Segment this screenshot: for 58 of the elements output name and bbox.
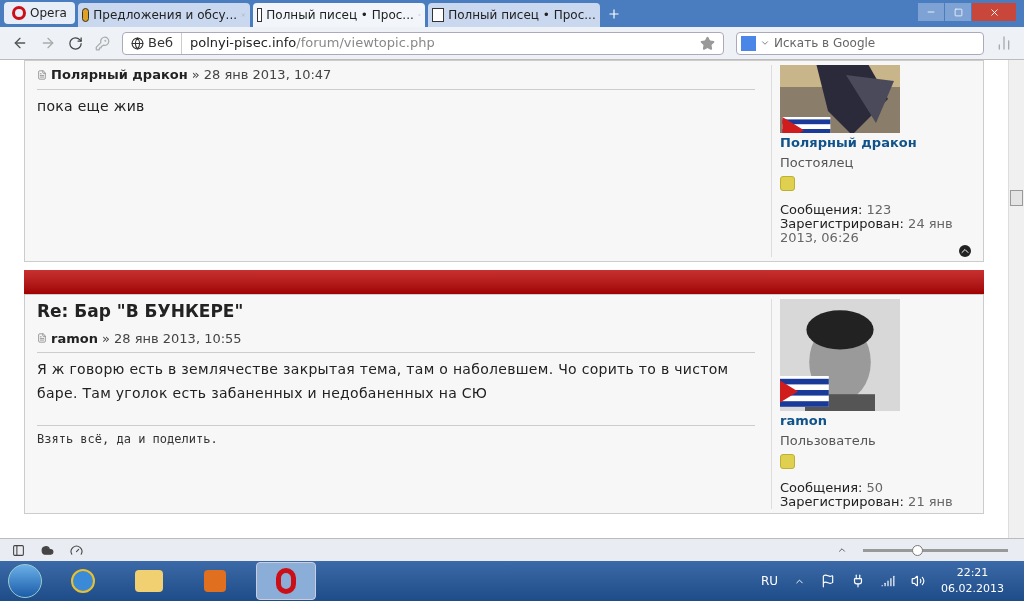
profile-rank: Пользователь [780,431,877,450]
post-signature: Взять всё, да и поделить. [37,425,755,448]
browser-tab[interactable]: Полный писец • Прос... [252,3,425,27]
post-date: » 28 янв 2013, 10:55 [101,329,242,348]
caret-icon [760,38,770,48]
search-field[interactable]: Искать в Google [736,31,984,55]
speed-dial-icon[interactable] [996,35,1012,51]
key-icon[interactable] [95,35,110,51]
clock[interactable]: 22:21 06.02.2013 [941,565,1004,597]
post-author[interactable]: ramon [51,328,98,348]
url-host: polnyi-pisec.info [189,35,297,51]
opera-taskbar-icon[interactable] [256,562,316,600]
post-icon [37,69,47,80]
opera-menu-button[interactable]: Opera [4,2,75,24]
close-tab-icon [241,10,246,20]
browser-tab[interactable]: Предложения и обсу... [77,3,250,27]
tab-favicon-icon [431,8,445,22]
address-field[interactable]: Веб polnyi-pisec.info/forum/viewtopic.php [122,31,724,55]
back-to-top-icon[interactable] [959,245,971,257]
profile-name[interactable]: ramon [780,411,971,431]
post-author[interactable]: Полярный дракон [51,65,188,85]
signal-icon[interactable] [881,574,895,588]
language-indicator[interactable]: RU [760,572,778,590]
bookmark-star-icon[interactable] [700,35,715,51]
new-tab-icon[interactable] [606,7,621,21]
close-icon [988,6,1000,18]
profile-name[interactable]: Полярный дракон [780,133,971,153]
power-icon[interactable] [851,574,865,588]
flag-icon[interactable] [821,574,835,588]
post-date: » 28 янв 2013, 10:47 [191,66,332,84]
back-icon[interactable] [12,35,28,51]
rank-icon [780,454,795,469]
post-body: пока еще жив [37,96,146,116]
tab-favicon-icon [256,8,263,22]
cloud-icon[interactable] [41,543,54,557]
google-icon [741,35,756,51]
profile-stat: Зарегистрирован: 24 янв 2013, 06:26 [780,217,954,245]
browser-tab[interactable]: Полный писец • Прос... [427,3,600,27]
opera-logo-icon [12,6,26,20]
profile-stat: Зарегистрирован: 21 янв [780,495,954,509]
post-body: Я ж говорю есть в землячестве закрытая тема, там о наболевшем. Чо сорить то в чистом баре. Там уголок есть забаненных и недобаненных на СЮ [37,360,730,403]
start-button[interactable] [8,564,42,598]
volume-icon[interactable] [911,574,925,588]
profile-stat: Сообщения: 50 [780,481,885,495]
post-icon [37,333,47,344]
web-badge[interactable]: Веб [123,32,182,54]
post-title[interactable]: Re: Бар "В БУНКЕРЕ" [37,299,755,325]
gauge-icon[interactable] [70,543,83,557]
rank-icon [780,176,795,191]
url-path: /forum/viewtopic.php [296,35,435,51]
panel-icon[interactable] [12,543,25,557]
zoom-menu-icon[interactable] [837,545,847,555]
profile-rank: Постоялец [780,153,855,172]
forward-icon[interactable] [40,35,56,51]
restore-icon [953,7,963,17]
profile-stat: Сообщения: 123 [780,203,893,217]
reload-icon[interactable] [68,35,83,51]
scrollbar[interactable] [1008,60,1024,538]
